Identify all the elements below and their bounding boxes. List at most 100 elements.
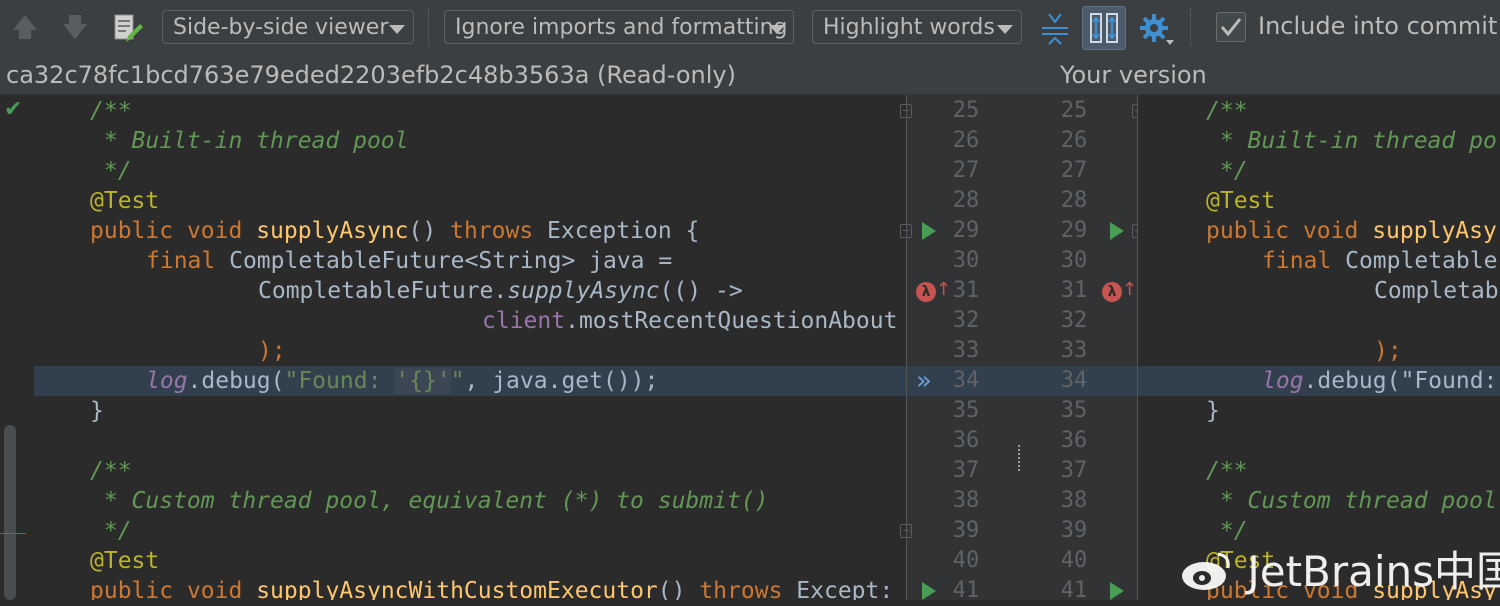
line-number: 35: [952, 398, 980, 423]
line-number: 39: [952, 518, 980, 543]
up-arrow-icon: ↑: [1122, 279, 1138, 300]
lambda-gutter-icon[interactable]: λ: [916, 282, 936, 302]
code-line-37: /**: [90, 458, 132, 484]
code-line-35: }: [1206, 398, 1220, 424]
up-arrow-icon: ↑: [936, 279, 952, 300]
line-number: 28: [952, 188, 980, 213]
code-line-38: * Custom thread pool: [1206, 488, 1497, 514]
line-number: 32: [952, 308, 980, 333]
line-number: 33: [1060, 338, 1088, 363]
ignore-mode-dropdown[interactable]: Ignore imports and formatting: [444, 10, 794, 44]
line-number: 29: [952, 218, 980, 243]
checkbox-checked-icon: [1220, 18, 1242, 37]
line-number: 32: [1060, 308, 1088, 333]
splitter-handle[interactable]: [1018, 445, 1024, 471]
code-line-27: */: [1206, 158, 1248, 184]
toolbar-separator: [428, 8, 430, 46]
chevron-down-icon: [769, 25, 785, 34]
include-commit-label[interactable]: Include into commit: [1258, 12, 1497, 40]
next-difference-button[interactable]: 🡇: [58, 10, 92, 46]
highlight-mode-dropdown[interactable]: Highlight words: [812, 10, 1022, 44]
weibo-logo-icon: [1182, 552, 1230, 590]
line-number: 25: [952, 98, 980, 123]
code-line-26: * Built-in thread po: [1206, 128, 1497, 154]
line-number: 31: [1060, 278, 1088, 303]
line-number: 36: [952, 428, 980, 453]
up-arrow-icon: 🡅: [11, 13, 39, 43]
ignore-mode-label: Ignore imports and formatting: [455, 15, 788, 40]
line-number: 36: [1060, 428, 1088, 453]
line-number: 28: [1060, 188, 1088, 213]
lambda-gutter-icon[interactable]: λ: [1102, 282, 1122, 302]
diff-title-bar: ca32c78fc1bcd763e79eded2203efb2c48b3563a…: [0, 58, 1500, 95]
code-line-34: log.debug("Found:: [1262, 368, 1498, 394]
vertical-scrollbar[interactable]: [4, 425, 16, 600]
code-line-33: );: [1374, 338, 1402, 364]
no-problems-check-icon: ✔: [4, 97, 23, 122]
code-line-31: CompletableFuture.supplyAsync(() ->: [258, 278, 743, 304]
chevron-down-icon: [389, 25, 405, 34]
code-line-31: Completab: [1374, 278, 1499, 304]
line-number: 34: [952, 368, 980, 393]
sync-scroll-toggle[interactable]: [1082, 6, 1126, 50]
line-number: 27: [952, 158, 980, 183]
code-line-25: /**: [1206, 98, 1248, 124]
code-line-34: log.debug("Found: '{}'", java.get());: [146, 368, 659, 394]
right-editor[interactable]: /** * Built-in thread po */ @Test public…: [1138, 95, 1500, 600]
code-line-29: public void supplyAsync() throws Excepti…: [90, 218, 700, 244]
code-line-37: /**: [1206, 458, 1248, 484]
line-number: 30: [1060, 248, 1088, 273]
line-number: 37: [952, 458, 980, 483]
line-number: 38: [952, 488, 980, 513]
viewer-mode-dropdown[interactable]: Side-by-side viewer: [162, 10, 414, 44]
code-line-27: */: [90, 158, 132, 184]
line-number: 27: [1060, 158, 1088, 183]
toolbar-separator: [1190, 8, 1192, 46]
line-number: 40: [1060, 548, 1088, 573]
change-marker: [0, 533, 26, 534]
run-gutter-icon[interactable]: [1110, 222, 1124, 240]
code-line-35: }: [90, 398, 104, 424]
line-number: 35: [1060, 398, 1088, 423]
line-number: 29: [1060, 218, 1088, 243]
watermark-text: JetBrains中国: [1247, 547, 1500, 596]
code-line-30: final CompletableFuture<String> java =: [146, 248, 673, 274]
previous-difference-button[interactable]: 🡅: [8, 10, 42, 46]
diff-gutter: 25 26 27 28 29 30 31 32 33 34 35 36 37 38 39 40 41 25 26 2…: [900, 95, 1144, 603]
line-number: 39: [1060, 518, 1088, 543]
settings-button[interactable]: [1138, 10, 1178, 48]
code-line-29: public void supplyAsy: [1206, 218, 1497, 244]
collapse-unchanged-icon: [1042, 13, 1068, 45]
line-number: 41: [952, 578, 980, 603]
code-line-28: @Test: [90, 188, 160, 214]
line-number: 41: [1060, 578, 1088, 603]
code-line-26: * Built-in thread pool: [90, 128, 409, 154]
run-gutter-icon[interactable]: [1110, 582, 1124, 600]
fold-icon[interactable]: [900, 104, 912, 118]
code-line-39: */: [90, 518, 132, 544]
line-number: 34: [1060, 368, 1088, 393]
code-line-38: * Custom thread pool, equivalent (*) to …: [90, 488, 769, 514]
edit-source-button[interactable]: [110, 12, 144, 46]
include-commit-checkbox[interactable]: [1216, 12, 1246, 42]
gear-icon: [1140, 14, 1174, 45]
run-gutter-icon[interactable]: [922, 222, 936, 240]
code-line-30: final Completable: [1262, 248, 1498, 274]
viewer-mode-label: Side-by-side viewer: [173, 15, 389, 40]
line-number: 25: [1060, 98, 1088, 123]
code-line-41: public void supplyAsyncWithCustomExecuto…: [90, 578, 894, 600]
collapse-unchanged-button[interactable]: [1038, 10, 1072, 46]
apply-change-icon[interactable]: »: [916, 366, 932, 396]
code-line-33: );: [258, 338, 286, 364]
fold-icon[interactable]: [900, 224, 912, 238]
code-line-28: @Test: [1206, 188, 1276, 214]
run-gutter-icon[interactable]: [922, 582, 936, 600]
sync-scroll-icon: [1090, 13, 1118, 43]
left-pane-title: ca32c78fc1bcd763e79eded2203efb2c48b3563a…: [6, 61, 736, 89]
line-number: 37: [1060, 458, 1088, 483]
left-editor[interactable]: ✔ /** * Built-in thread pool */ @Test pu…: [0, 95, 906, 600]
code-line-25: /**: [90, 98, 132, 124]
line-number: 40: [952, 548, 980, 573]
line-number: 33: [952, 338, 980, 363]
fold-icon[interactable]: [900, 524, 912, 538]
